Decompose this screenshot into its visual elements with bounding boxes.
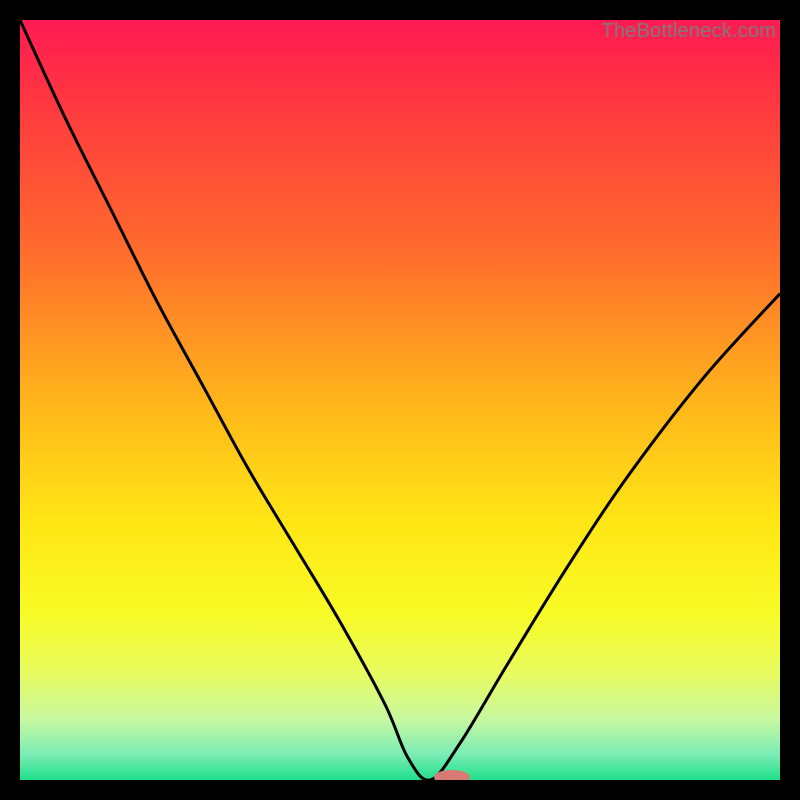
bottleneck-chart bbox=[20, 20, 780, 780]
watermark-text: TheBottleneck.com bbox=[601, 20, 776, 43]
gradient-background bbox=[20, 20, 780, 780]
chart-frame: TheBottleneck.com bbox=[20, 20, 780, 780]
